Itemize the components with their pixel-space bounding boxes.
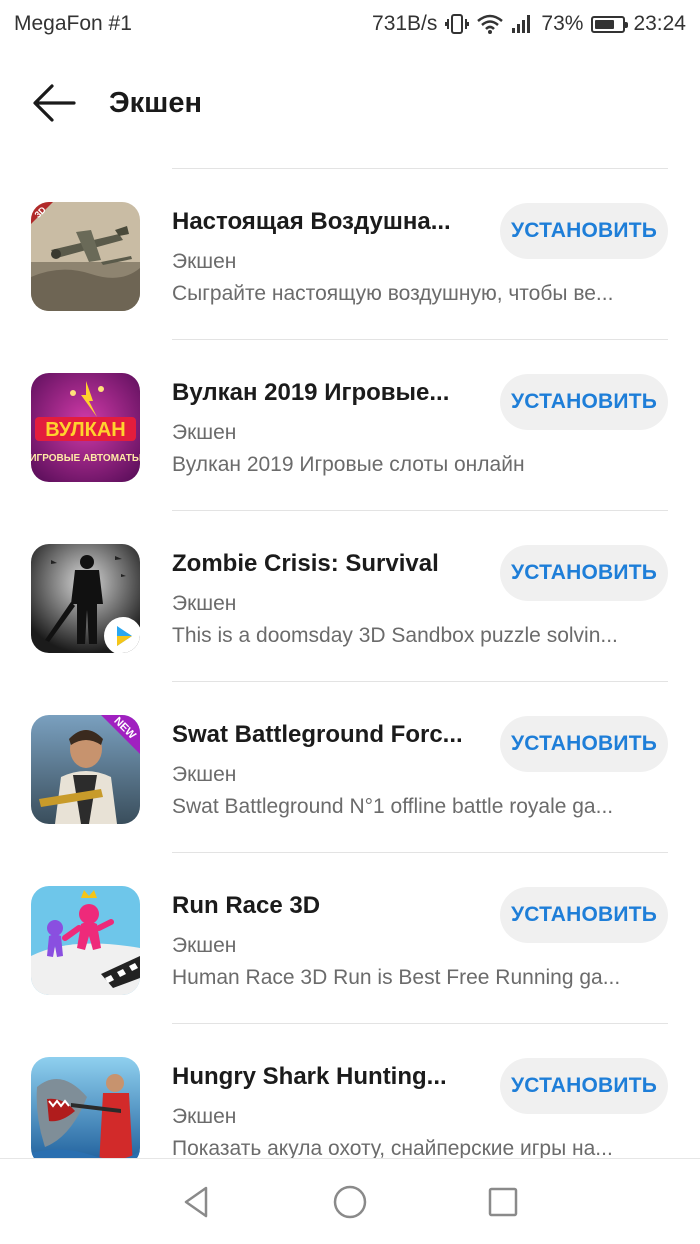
app-name: Настоящая Воздушна... [172, 208, 451, 235]
list-item[interactable]: Run Race 3D Экшен Human Race 3D Run is B… [0, 852, 700, 1023]
app-category: Экшен [172, 1105, 237, 1128]
wifi-icon [477, 14, 504, 34]
triangle-back-icon [184, 1186, 207, 1217]
app-icon-swat: NEW [31, 715, 140, 824]
install-button[interactable]: УСТАНОВИТЬ [500, 374, 668, 430]
app-bar: Экшен [0, 60, 700, 146]
back-button[interactable] [24, 73, 84, 133]
install-button[interactable]: УСТАНОВИТЬ [500, 716, 668, 772]
divider [172, 339, 668, 340]
list-item[interactable]: 3D Настоящая Воздушна... Экшен Сыграйте … [0, 168, 700, 339]
nav-back-button[interactable] [167, 1172, 227, 1232]
status-icons: 731B/s 73% 23:24 [372, 12, 686, 36]
app-icon-airplane: 3D [31, 202, 140, 311]
signal-icon [511, 14, 533, 34]
battery-icon [591, 15, 629, 33]
list-item[interactable]: ВУЛКАН ИГРОВЫЕ АВТОМАТЫ Вулкан 2019 Игро… [0, 339, 700, 510]
carrier-name: MegaFon #1 [14, 12, 132, 35]
install-button[interactable]: УСТАНОВИТЬ [500, 203, 668, 259]
page-title: Экшен [109, 86, 202, 119]
app-name: Swat Battleground Forc... [172, 721, 463, 748]
vulkan-logo-subtext: ИГРОВЫЕ АВТОМАТЫ [31, 453, 140, 464]
app-name: Вулкан 2019 Игровые... [172, 379, 450, 406]
divider [172, 681, 668, 682]
app-description: Human Race 3D Run is Best Free Running g… [172, 966, 621, 989]
app-category: Экшен [172, 421, 237, 444]
circle-home-icon [333, 1185, 367, 1218]
list-item[interactable]: Zombie Crisis: Survival Экшен This is a … [0, 510, 700, 681]
list-item[interactable]: Hungry Shark Hunting... Экшен Показать а… [0, 1023, 700, 1158]
divider [172, 852, 668, 853]
app-category: Экшен [172, 763, 237, 786]
install-button[interactable]: УСТАНОВИТЬ [500, 887, 668, 943]
battery-percent: 73% [541, 12, 584, 35]
app-list: 3D Настоящая Воздушна... Экшен Сыграйте … [0, 168, 700, 1158]
app-name: Run Race 3D [172, 892, 321, 919]
app-icon-vulkan: ВУЛКАН ИГРОВЫЕ АВТОМАТЫ [31, 373, 140, 482]
app-description: This is a doomsday 3D Sandbox puzzle sol… [172, 624, 618, 647]
app-icon-shark [31, 1057, 140, 1158]
vibrate-icon [445, 13, 470, 35]
app-icon-zombie [31, 544, 140, 653]
install-button[interactable]: УСТАНОВИТЬ [500, 545, 668, 601]
app-category: Экшен [172, 592, 237, 615]
status-bar: MegaFon #1 731B/s 73% 23:24 [0, 0, 700, 48]
app-description: Показать акула охоту, снайперские игры н… [172, 1137, 613, 1158]
square-recents-icon [489, 1187, 518, 1216]
divider [172, 168, 668, 169]
nav-home-button[interactable] [320, 1172, 380, 1232]
back-arrow-icon [33, 84, 76, 122]
app-description: Вулкан 2019 Игровые слоты онлайн [172, 453, 525, 476]
list-item[interactable]: NEW Swat Battleground Forc... Экшен Swat… [0, 681, 700, 852]
install-button[interactable]: УСТАНОВИТЬ [500, 1058, 668, 1114]
network-speed: 731B/s [372, 12, 438, 35]
app-name: Zombie Crisis: Survival [172, 550, 439, 577]
app-category: Экшен [172, 250, 237, 273]
system-navigation-bar [0, 1158, 700, 1244]
battery-fill [595, 19, 615, 29]
clock: 23:24 [633, 12, 686, 35]
app-description: Swat Battleground N°1 offline battle roy… [172, 795, 614, 818]
app-description: Сыграйте настоящую воздушную, чтобы ве..… [172, 282, 614, 305]
app-icon-run-race [31, 886, 140, 995]
divider [172, 1023, 668, 1024]
nav-recents-button[interactable] [473, 1172, 533, 1232]
divider [172, 510, 668, 511]
app-name: Hungry Shark Hunting... [172, 1063, 447, 1090]
app-category: Экшен [172, 934, 237, 957]
vulkan-logo-text: ВУЛКАН [45, 419, 126, 441]
